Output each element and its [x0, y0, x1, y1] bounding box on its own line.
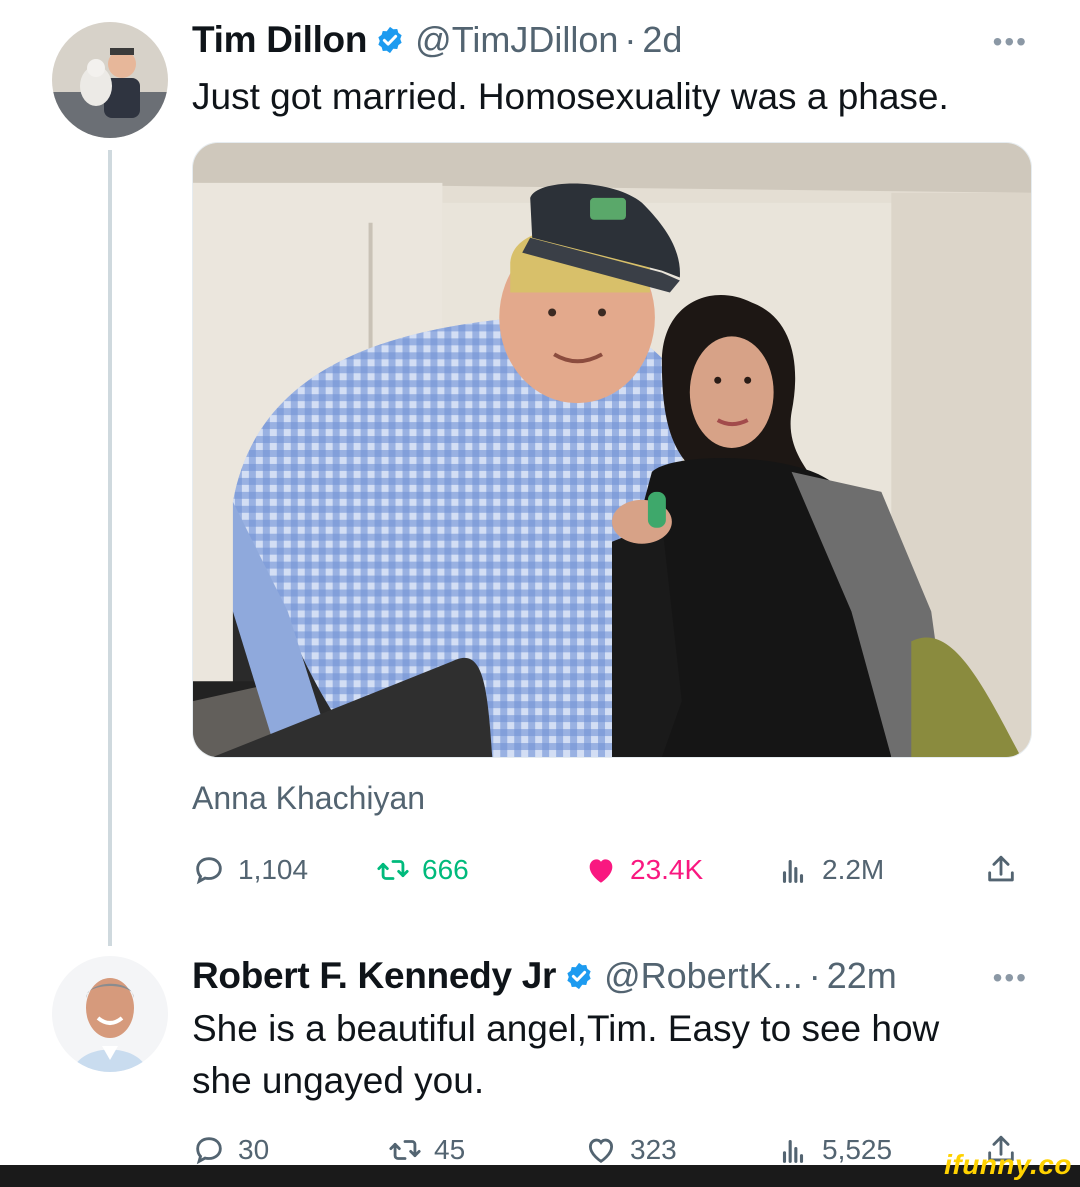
reply-header: Robert F. Kennedy Jr @RobertK... · 22m — [192, 952, 897, 1000]
reply-icon — [192, 853, 226, 887]
robert-kennedy-avatar[interactable] — [52, 956, 168, 1072]
thread-connector-line — [108, 150, 112, 946]
reply-icon — [192, 1133, 226, 1167]
reply-text-line-1: She is a beautiful angel,Tim. Easy to se… — [192, 1008, 940, 1049]
retweet-icon — [376, 853, 410, 887]
more-icon[interactable]: ••• — [993, 962, 1028, 994]
tweet-timestamp[interactable]: 2d — [642, 19, 682, 61]
main-tweet[interactable]: Tim Dillon @TimJDillon · 2d ••• Just got… — [0, 0, 1080, 946]
views-icon — [776, 853, 810, 887]
tweet-photo[interactable] — [192, 142, 1032, 758]
retweet-icon — [388, 1133, 422, 1167]
reply-count: 1,104 — [238, 854, 309, 885]
more-icon[interactable]: ••• — [993, 26, 1028, 58]
like-icon — [584, 1133, 618, 1167]
tagged-user[interactable]: Anna Khachiyan — [192, 780, 425, 817]
like-icon — [584, 853, 618, 887]
reply-tweet[interactable]: Robert F. Kennedy Jr @RobertK... · 22m •… — [0, 940, 1080, 1165]
like-count: 323 — [630, 1134, 677, 1165]
separator-dot: · — [808, 955, 821, 996]
tweet-timestamp[interactable]: 22m — [827, 955, 897, 997]
reply-text-line-2: she ungayed you. — [192, 1060, 485, 1101]
tweet-actions: 1,104 666 23.4K 2.2M — [192, 848, 1032, 892]
like-button[interactable]: 23.4K — [584, 848, 703, 892]
separator-dot: · — [624, 19, 637, 60]
ifunny-watermark: ifunny.co — [944, 1149, 1072, 1180]
share-button[interactable] — [984, 848, 1030, 892]
tweet-header: Tim Dillon @TimJDillon · 2d — [192, 16, 682, 64]
like-count: 23.4K — [630, 854, 704, 885]
views-button[interactable]: 2.2M — [776, 848, 884, 892]
retweet-count: 666 — [422, 854, 469, 885]
tim-dillon-avatar[interactable] — [52, 22, 168, 138]
author-handle[interactable]: @RobertK... — [604, 955, 803, 997]
author-name[interactable]: Tim Dillon — [192, 19, 367, 61]
tweet-text: Just got married. Homosexuality was a ph… — [192, 76, 949, 117]
retweet-count: 45 — [434, 1134, 466, 1165]
author-name[interactable]: Robert F. Kennedy Jr — [192, 955, 556, 997]
verified-badge-icon — [564, 961, 594, 991]
views-icon — [776, 1133, 810, 1167]
views-count: 5,525 — [822, 1134, 893, 1165]
share-icon — [984, 853, 1018, 887]
author-handle[interactable]: @TimJDillon — [415, 19, 618, 61]
reply-button[interactable]: 1,104 — [192, 848, 308, 892]
watermark-bar: ifunny.co — [0, 1149, 1080, 1187]
retweet-button[interactable]: 666 — [376, 848, 469, 892]
verified-badge-icon — [375, 25, 405, 55]
reply-count: 30 — [238, 1134, 270, 1165]
views-count: 2.2M — [822, 854, 885, 885]
